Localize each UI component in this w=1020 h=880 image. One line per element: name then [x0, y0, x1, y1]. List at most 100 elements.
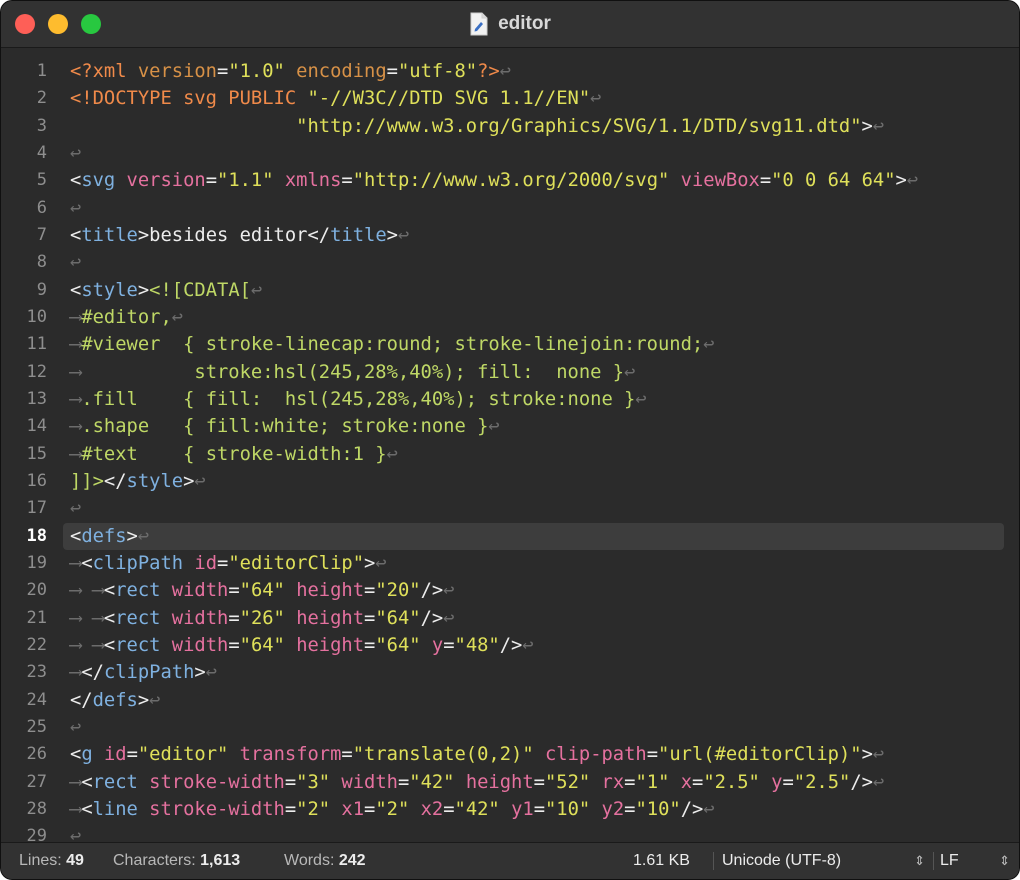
code-token: ↩	[386, 443, 398, 465]
code-token: "48"	[454, 634, 500, 656]
code-token: line	[92, 798, 138, 820]
file-size: 1.61 KB	[633, 852, 690, 869]
code-line[interactable]: 6 ↩	[1, 195, 1019, 222]
code-line[interactable]: 14 ⟶.shape { fill:white; stroke:none }↩	[1, 413, 1019, 440]
code-line[interactable]: 25 ↩	[1, 714, 1019, 741]
line-code: <defs>↩	[70, 523, 149, 550]
code-line[interactable]: 11 ⟶#viewer { stroke-linecap:round; strok…	[1, 331, 1019, 358]
line-code: ⟶<rect stroke-width="3" width="42" heigh…	[70, 769, 884, 796]
line-number: 19	[26, 552, 47, 573]
line-number: 5	[36, 170, 47, 191]
code-line[interactable]: 2 <!DOCTYPE svg PUBLIC "-//W3C//DTD SVG 1…	[1, 85, 1019, 112]
code-line[interactable]: 26 <g id="editor" transform="translate(0,…	[1, 741, 1019, 768]
code-token: defs	[92, 689, 138, 711]
code-line[interactable]: 23 ⟶</clipPath>↩	[1, 659, 1019, 686]
code-token: y1	[511, 798, 534, 820]
code-token: ↩	[703, 798, 715, 820]
code-line[interactable]: 8 ↩	[1, 249, 1019, 276]
code-token: "0 0 64 64"	[771, 170, 896, 192]
code-line[interactable]: 24 </defs>↩	[1, 687, 1019, 714]
code-token: y2	[601, 798, 625, 820]
line-code: "http://www.w3.org/Graphics/SVG/1.1/DTD/…	[70, 113, 884, 140]
code-line[interactable]: 9 <style><![CDATA[↩	[1, 277, 1019, 304]
code-token: <![CDATA[	[149, 279, 251, 301]
code-token: =	[782, 771, 794, 793]
code-token: rect	[115, 634, 161, 656]
code-editor[interactable]: 1 <?xml version="1.0" encoding="utf-8"?>↩…	[1, 48, 1019, 842]
code-line[interactable]: 10 ⟶#editor,↩	[1, 304, 1019, 331]
code-token: ↩	[443, 580, 455, 602]
code-token: "64"	[239, 580, 285, 602]
encoding-popup[interactable]: Unicode (UTF-8) ⇕	[722, 843, 927, 879]
code-token: ↩	[137, 525, 150, 547]
code-line[interactable]: 29 ↩	[1, 823, 1019, 842]
code-line[interactable]: 19 ⟶<clipPath id="editorClip">↩	[1, 550, 1019, 577]
code-token: "1.0"	[228, 61, 285, 82]
code-line[interactable]: 22 ⟶ ⟶<rect width="64" height="64" y="48"…	[1, 632, 1019, 659]
code-token: =	[692, 771, 704, 793]
code-line[interactable]: 27 ⟶<rect stroke-width="3" width="42" hei…	[1, 769, 1019, 796]
code-token: ⟶	[70, 798, 82, 820]
code-line[interactable]: 18 <defs>↩	[1, 522, 1019, 550]
code-token: =	[228, 607, 240, 629]
code-token: ⟶	[70, 662, 82, 684]
code-line[interactable]: 7 <title>besides editor</title>↩	[1, 222, 1019, 249]
code-line[interactable]: 13 ⟶.fill { fill: hsl(245,28%,40%); strok…	[1, 386, 1019, 413]
code-token: ⟶	[70, 416, 82, 438]
code-token: >	[137, 224, 150, 246]
code-token: >	[126, 525, 138, 547]
line-ending-popup[interactable]: LF ⇕	[940, 843, 1010, 879]
code-token: #editor,	[81, 306, 172, 328]
line-number: 28	[26, 798, 47, 819]
code-line[interactable]: 5 <svg version="1.1" xmlns="http://www.w3…	[1, 167, 1019, 194]
code-line[interactable]: 12 ⟶ stroke:hsl(245,28%,40%); fill: none …	[1, 359, 1019, 386]
code-token: g	[81, 744, 93, 766]
line-number: 29	[26, 826, 47, 842]
code-token: ⟶	[70, 388, 82, 410]
code-token: x2	[420, 798, 444, 820]
code-token: rect	[115, 607, 161, 629]
code-token: "url(#editorClip)"	[658, 744, 862, 766]
code-line[interactable]: 3 "http://www.w3.org/Graphics/SVG/1.1/DT…	[1, 113, 1019, 140]
line-number: 14	[26, 416, 47, 437]
line-code: ↩	[70, 714, 81, 741]
code-line[interactable]: 15 ⟶#text { stroke-width:1 }↩	[1, 441, 1019, 468]
code-token: </	[81, 662, 104, 684]
line-code: ↩	[70, 249, 81, 276]
code-line[interactable]: 17 ↩	[1, 495, 1019, 522]
code-line[interactable]: 16]]></style>↩	[1, 468, 1019, 495]
code-line[interactable]: 21 ⟶ ⟶<rect width="26" height="64"/>↩	[1, 605, 1019, 632]
code-token: stroke:hsl(245,28%,40%); fill: none }	[81, 361, 625, 383]
code-token: "editor"	[137, 744, 229, 766]
code-token: ↩	[205, 662, 218, 684]
code-token: >	[194, 662, 206, 684]
code-line[interactable]: 1 <?xml version="1.0" encoding="utf-8"?>↩	[1, 58, 1019, 85]
code-line[interactable]: 28 ⟶<line stroke-width="2" x1="2" x2="42"…	[1, 796, 1019, 823]
code-line[interactable]: 20 ⟶ ⟶<rect width="64" height="20"/>↩	[1, 577, 1019, 604]
status-divider	[933, 852, 934, 870]
code-token: ⟶ ⟶	[70, 580, 104, 602]
code-token: ⟶	[70, 306, 82, 328]
code-token: =	[228, 580, 240, 602]
code-line[interactable]: 4 ↩	[1, 140, 1019, 167]
code-token: "2.5"	[703, 771, 760, 793]
code-token: =	[341, 170, 353, 192]
window-title-area: editor	[1, 1, 1019, 47]
code-token: ⟶	[70, 334, 82, 356]
line-number: 22	[26, 634, 47, 655]
code-token: stroke-width	[149, 771, 285, 793]
code-token: xmlns	[284, 170, 342, 192]
code-token: ↩	[488, 416, 500, 438]
code-token: >	[386, 224, 398, 246]
code-token: ]]>	[70, 470, 104, 492]
characters-label: Characters:	[113, 852, 196, 869]
